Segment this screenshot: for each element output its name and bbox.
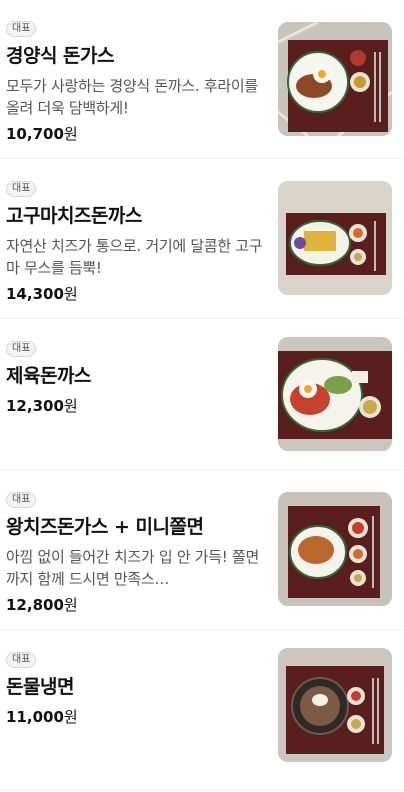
menu-item-photo[interactable] [278,181,392,295]
signature-badge: 대표 [6,341,37,357]
menu-item-photo[interactable] [278,492,392,606]
menu-item-photo[interactable] [278,648,392,762]
price-currency: 원 [63,125,78,143]
menu-item-photo[interactable] [278,337,392,451]
price-currency: 원 [63,596,78,614]
menu-item[interactable]: 대표 고구마치즈돈까스 자연산 치즈가 통으로. 거기에 달콤한 고구마 무스를… [0,159,404,319]
price-currency: 원 [63,285,78,303]
plate-cheese-cutlet-image [278,181,392,295]
price-value: 11,000 [6,708,64,726]
signature-badge: 대표 [6,181,37,197]
signature-badge: 대표 [6,492,37,508]
menu-item[interactable]: 대표 돈물냉면 11,000원 [0,630,404,790]
menu-item[interactable]: 대표 경양식 돈가스 모두가 사랑하는 경양식 돈까스. 후라이를 올려 더욱 … [0,0,404,159]
menu-item[interactable]: 대표 왕치즈돈가스 + 미니쫄면 아낌 없이 들어간 치즈가 입 안 가득! 쫄… [0,470,404,630]
price-currency: 원 [63,708,78,726]
menu-item[interactable]: 대표 제육돈까스 12,300원 [0,319,404,470]
plate-cutlet-jjolmyeon-image [278,492,392,606]
menu-item-description: 모두가 사랑하는 경양식 돈까스. 후라이를 올려 더욱 담백하게! [6,77,258,117]
plate-pork-cutlet-image [278,337,392,451]
signature-badge: 대표 [6,652,37,668]
menu-item-photo[interactable] [278,22,392,136]
price-currency: 원 [63,397,78,415]
menu-item-description: 아낌 없이 들어간 치즈가 입 안 가득! 쫄면까지 함께 드시면 만족스… [6,548,259,588]
menu-list: 대표 경양식 돈가스 모두가 사랑하는 경양식 돈까스. 후라이를 올려 더욱 … [0,0,404,790]
price-value: 12,300 [6,397,64,415]
price-value: 10,700 [6,125,64,143]
signature-badge: 대표 [6,21,37,37]
menu-item-description: 자연산 치즈가 통으로. 거기에 달콤한 고구마 무스를 듬뿍! [6,237,263,277]
tray-naengmyeon-image [278,648,392,762]
price-value: 14,300 [6,285,64,303]
plate-cutlet-egg-image [278,22,392,136]
price-value: 12,800 [6,596,64,614]
